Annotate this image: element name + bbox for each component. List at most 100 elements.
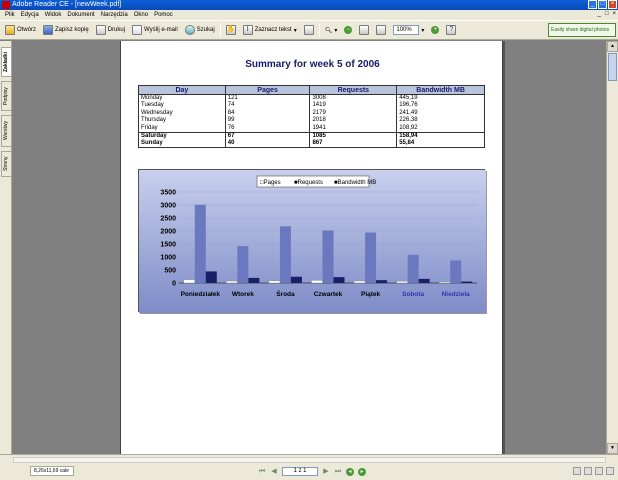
report-title: Summary for week 5 of 2006: [245, 59, 380, 70]
print-label: Drukuj: [107, 27, 126, 33]
adobe-reader-window: Adobe Reader CE - [newWeek.pdf] _ □ × Pl…: [0, 0, 618, 480]
menu-document[interactable]: Dokument: [64, 12, 97, 18]
text-cursor-icon: I: [242, 25, 253, 35]
table-cell: Friday: [138, 124, 226, 132]
y-tick-label: 3000: [160, 203, 176, 210]
chevron-down-icon[interactable]: ▾: [334, 27, 337, 34]
chart-svg: 0 500 1000 1500 2000 2500 3000 3500 Poniedziałe…: [139, 170, 486, 313]
close-button[interactable]: ×: [608, 0, 617, 9]
search-label: Szukaj: [196, 27, 215, 33]
select-text-button[interactable]: I Zaznacz tekst ▾: [241, 23, 299, 37]
binoculars-icon: [184, 25, 195, 35]
previous-page-icon[interactable]: ◀: [270, 468, 278, 476]
plus-icon: +: [431, 26, 440, 34]
first-page-icon[interactable]: ⏮: [258, 468, 266, 476]
zoom-input[interactable]: 100%: [393, 25, 420, 35]
save-copy-button[interactable]: Zapisz kopię: [41, 23, 91, 37]
continuous-facing-icon[interactable]: [606, 467, 614, 475]
chevron-down-icon[interactable]: ▾: [294, 27, 297, 34]
facing-icon[interactable]: [595, 467, 603, 475]
next-view-icon[interactable]: ▸: [358, 467, 366, 476]
window-controls: _ □ ×: [588, 0, 617, 9]
navigation-pane: Zakładki Podpisy Warstwy Strony: [0, 41, 12, 454]
scroll-up-button[interactable]: ▲: [607, 41, 618, 52]
bar-requests: [322, 230, 334, 283]
table-cell: 1941: [309, 124, 398, 132]
next-page-icon[interactable]: ▶: [322, 468, 330, 476]
scroll-thumb[interactable]: [608, 53, 617, 81]
window-title: Adobe Reader CE - [newWeek.pdf]: [12, 1, 122, 8]
zoom-out-button[interactable]: −: [342, 23, 354, 37]
bar-pages: [311, 280, 323, 284]
single-page-icon[interactable]: [573, 467, 581, 475]
table-row: Saturday 67 1085 158,94: [138, 131, 485, 140]
chevron-down-icon[interactable]: ▾: [421, 27, 424, 34]
table-header-row: Day Pages Requests Bandwidth MB: [138, 85, 485, 95]
table-cell: 99: [224, 117, 311, 125]
vertical-scrollbar[interactable]: ▲ ▼: [606, 41, 618, 454]
tab-bookmarks[interactable]: Zakładki: [1, 47, 11, 77]
bar-bandwidth: [248, 277, 260, 283]
table-cell: 241,49: [396, 109, 485, 117]
table-cell: Monday: [138, 94, 226, 102]
menu-tools[interactable]: Narzędzia: [98, 12, 131, 18]
doc-minimize-button[interactable]: _: [598, 11, 601, 17]
doc-close-button[interactable]: ×: [612, 11, 616, 17]
table-row: Monday 121 3008 445,19: [138, 94, 485, 102]
legend-label: □Pages: [260, 180, 281, 186]
fit-page-button[interactable]: [374, 23, 388, 37]
table-cell: Saturday: [138, 131, 226, 140]
menu-window[interactable]: Okno: [131, 12, 151, 18]
column-header-bandwidth: Bandwidth MB: [396, 85, 485, 95]
help-button[interactable]: ?: [444, 23, 458, 37]
x-category-label: Środa: [276, 289, 295, 298]
print-button[interactable]: Drukuj: [94, 23, 127, 37]
scroll-down-button[interactable]: ▼: [607, 443, 618, 454]
menu-help[interactable]: Pomoc: [151, 12, 176, 18]
tab-layers[interactable]: Warstwy: [1, 115, 11, 147]
title-bar: Adobe Reader CE - [newWeek.pdf] _ □ ×: [0, 0, 618, 10]
y-tick-label: 1000: [160, 255, 176, 262]
open-button[interactable]: Otwórz: [3, 23, 38, 37]
y-tick-label: 500: [164, 268, 176, 275]
table-cell: 67: [224, 131, 311, 140]
table-cell: 226,38: [396, 117, 485, 125]
zoom-selector[interactable]: 100% ▾: [391, 23, 426, 37]
tab-pages[interactable]: Strony: [1, 151, 11, 177]
open-label: Otwórz: [17, 27, 37, 33]
menu-edit[interactable]: Edycja: [18, 12, 42, 18]
doc-restore-button[interactable]: □: [605, 11, 609, 17]
adobe-reader-icon: [2, 1, 10, 9]
bar-pages: [226, 280, 238, 284]
maximize-button[interactable]: □: [598, 0, 607, 9]
table-cell: 445,19: [396, 94, 485, 102]
horizontal-scrollbar[interactable]: [13, 457, 606, 463]
promo-box[interactable]: Easily share digital photos: [548, 23, 616, 37]
page-number-input[interactable]: 1 z 1: [282, 467, 318, 476]
bar-pages: [183, 279, 195, 284]
minimize-button[interactable]: _: [588, 0, 597, 9]
actual-size-button[interactable]: [357, 23, 371, 37]
table-cell: Wednesday: [138, 109, 226, 117]
document-area[interactable]: Summary for week 5 of 2006 Day Pages Req…: [13, 41, 606, 454]
bar-requests: [237, 246, 249, 283]
hand-tool-button[interactable]: ✋: [224, 23, 238, 37]
printer-icon: [95, 25, 106, 35]
help-icon: ?: [446, 25, 457, 35]
snapshot-button[interactable]: [302, 23, 316, 37]
table-cell: Tuesday: [138, 102, 226, 110]
zoom-tool-button[interactable]: 🔍︎ ▾: [323, 23, 340, 37]
floppy-disk-icon: [43, 25, 54, 35]
layout-buttons: [573, 467, 614, 475]
table-row: Friday 76 1941 108,92: [138, 124, 485, 132]
table-cell: 1419: [309, 102, 398, 110]
menu-view[interactable]: Widok: [42, 12, 65, 18]
last-page-icon[interactable]: ⏭: [334, 468, 342, 476]
continuous-icon[interactable]: [584, 467, 592, 475]
previous-view-icon[interactable]: ◂: [346, 467, 354, 476]
menu-file[interactable]: Plik: [2, 12, 18, 18]
tab-signatures[interactable]: Podpisy: [1, 81, 11, 111]
email-button[interactable]: Wyślij e-mail: [130, 23, 180, 37]
zoom-in-button[interactable]: +: [429, 23, 441, 37]
search-button[interactable]: Szukaj: [183, 23, 217, 37]
